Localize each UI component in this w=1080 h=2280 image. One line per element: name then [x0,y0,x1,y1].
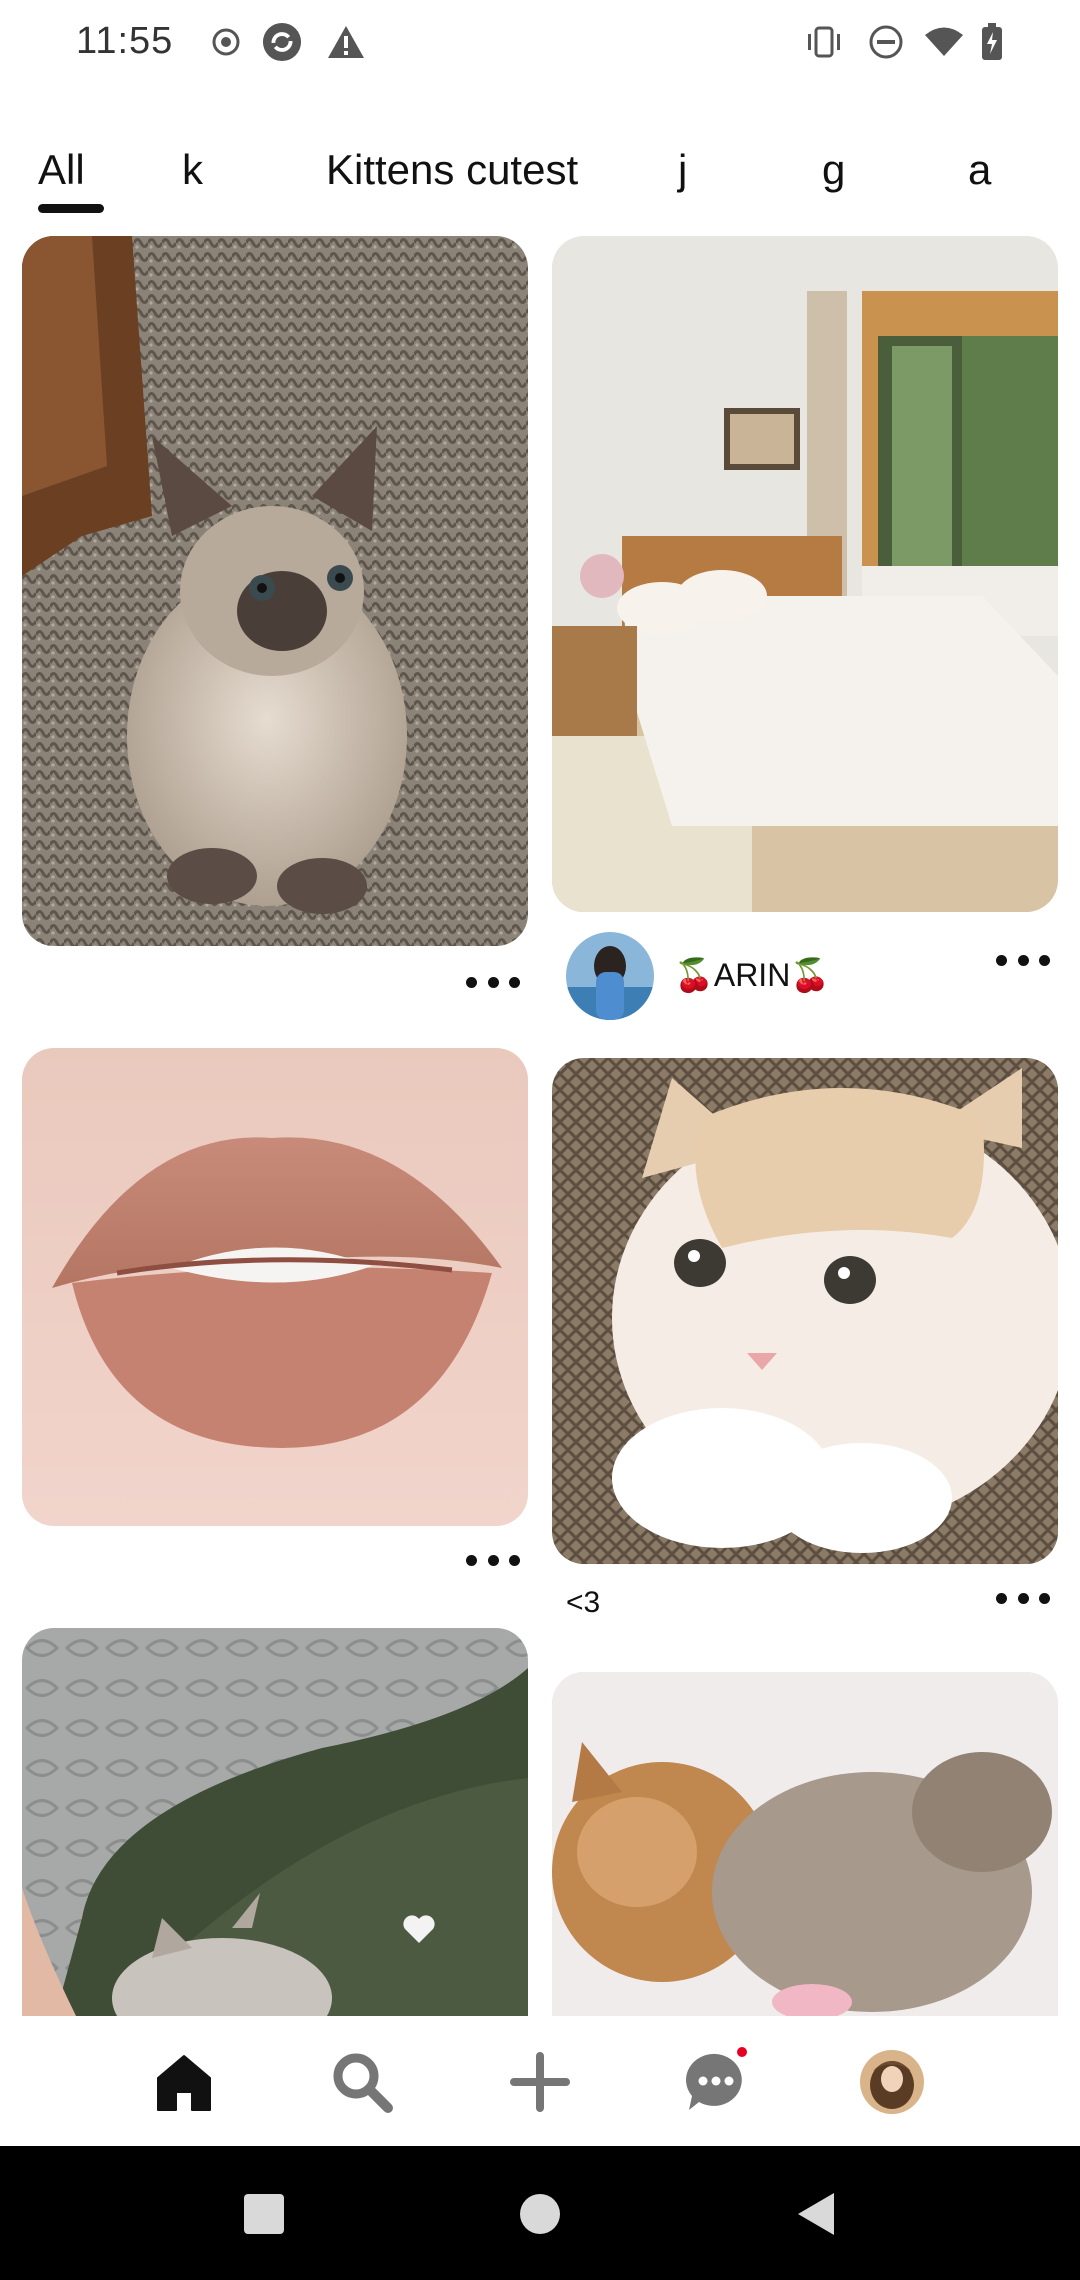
vibrate-icon [804,22,844,62]
do-not-disturb-icon [866,22,906,62]
pin-image-siamese-kitten[interactable] [22,236,528,946]
heart-icon[interactable] [402,1914,436,1948]
tab-g[interactable]: g [822,146,845,194]
selected-tab-indicator [38,204,104,213]
pin-2-author-name[interactable]: 🍒ARIN🍒 [674,956,830,994]
pin-4-caption[interactable]: <3 [566,1586,600,1620]
tab-a[interactable]: a [968,146,991,194]
battery-charging-icon [972,22,1012,62]
messages-icon[interactable] [668,2034,764,2130]
recents-button[interactable] [234,2184,294,2244]
system-navigation-bar [0,2146,1080,2280]
profile-avatar[interactable] [844,2034,940,2130]
board-tabs: All k Kittens cutest j g a [0,138,1080,218]
tab-kittens-cutest[interactable]: Kittens cutest [326,146,578,194]
pin-feed[interactable]: 🍒ARIN🍒 <3 [0,236,1080,2016]
create-icon[interactable] [492,2034,588,2130]
pin-image-two-kittens[interactable] [552,1672,1058,2016]
status-time: 11:55 [76,20,174,62]
pin-image-kitten-on-couch[interactable] [22,1628,528,2016]
search-icon[interactable] [314,2034,410,2130]
bottom-navigation [0,2016,1080,2146]
warning-icon [326,22,366,62]
pin-image-bedroom[interactable] [552,236,1058,912]
pin-3-more-button[interactable] [466,1550,520,1570]
pin-2-author-avatar[interactable] [566,932,654,1020]
notification-dot [734,2044,750,2060]
tab-all[interactable]: All [38,146,85,194]
home-icon[interactable] [136,2034,232,2130]
tab-k[interactable]: k [182,146,203,194]
home-button[interactable] [510,2184,570,2244]
back-button[interactable] [786,2184,846,2244]
pin-4-more-button[interactable] [996,1588,1050,1608]
pin-image-lips[interactable] [22,1048,528,1526]
pin-2-more-button[interactable] [996,950,1050,970]
sync-app-icon [262,22,302,62]
wifi-icon [924,22,964,62]
status-bar: 11:55 [0,0,1080,90]
record-icon [206,22,246,62]
pin-image-cream-kitten[interactable] [552,1058,1058,1564]
pin-1-more-button[interactable] [466,972,520,992]
tab-j[interactable]: j [678,146,687,194]
